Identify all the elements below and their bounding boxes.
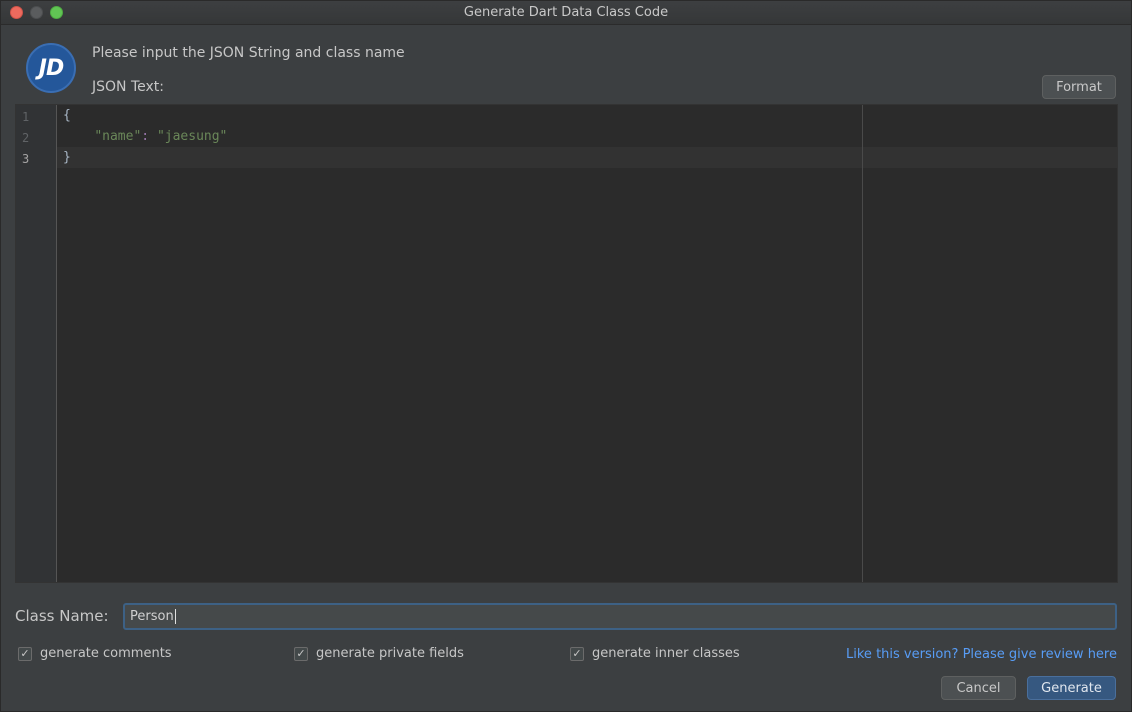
json-colon: : (141, 129, 157, 144)
text-caret (174, 609, 176, 624)
format-button[interactable]: Format (1042, 75, 1116, 99)
checkbox-label: generate comments (40, 646, 172, 661)
checkmark-icon: ✓ (294, 646, 308, 661)
class-name-label: Class Name: (15, 607, 109, 625)
json-value: "jaesung" (156, 129, 228, 144)
jd-logo-icon: JD (26, 43, 76, 93)
line-number-active: 3 (22, 152, 30, 166)
checkbox-label: generate inner classes (592, 646, 740, 661)
review-link[interactable]: Like this version? Please give review he… (846, 647, 1117, 662)
checkbox-label: generate private fields (316, 646, 464, 661)
json-editor[interactable]: 1 2 3 { "name": "jaesung" } (15, 104, 1118, 583)
code-line: "name": "jaesung" (63, 129, 227, 144)
dialog-window: Generate Dart Data Class Code JD Please … (0, 0, 1132, 712)
code-line: { (63, 108, 71, 123)
generate-inner-classes-checkbox[interactable]: ✓ generate inner classes (570, 646, 740, 661)
json-text-label: JSON Text: (92, 79, 164, 95)
title-bar: Generate Dart Data Class Code (1, 1, 1131, 25)
right-margin-guide (862, 105, 863, 582)
generate-private-fields-checkbox[interactable]: ✓ generate private fields (294, 646, 464, 661)
line-number-gutter: 1 2 3 (16, 105, 57, 582)
cancel-button[interactable]: Cancel (941, 676, 1016, 700)
checkmark-icon: ✓ (18, 646, 32, 661)
generate-comments-checkbox[interactable]: ✓ generate comments (18, 646, 172, 661)
current-line-highlight (57, 147, 1117, 168)
window-title: Generate Dart Data Class Code (463, 5, 669, 20)
instruction-text: Please input the JSON String and class n… (92, 45, 405, 61)
code-line: } (63, 150, 71, 165)
logo-text: JD (38, 55, 64, 81)
generate-button[interactable]: Generate (1027, 676, 1116, 700)
json-key: "name" (94, 129, 142, 144)
class-name-value: Person (130, 609, 174, 624)
class-name-input[interactable]: Person (123, 603, 1117, 630)
checkmark-icon: ✓ (570, 646, 584, 661)
line-number: 1 (22, 110, 30, 124)
line-number: 2 (22, 131, 30, 145)
